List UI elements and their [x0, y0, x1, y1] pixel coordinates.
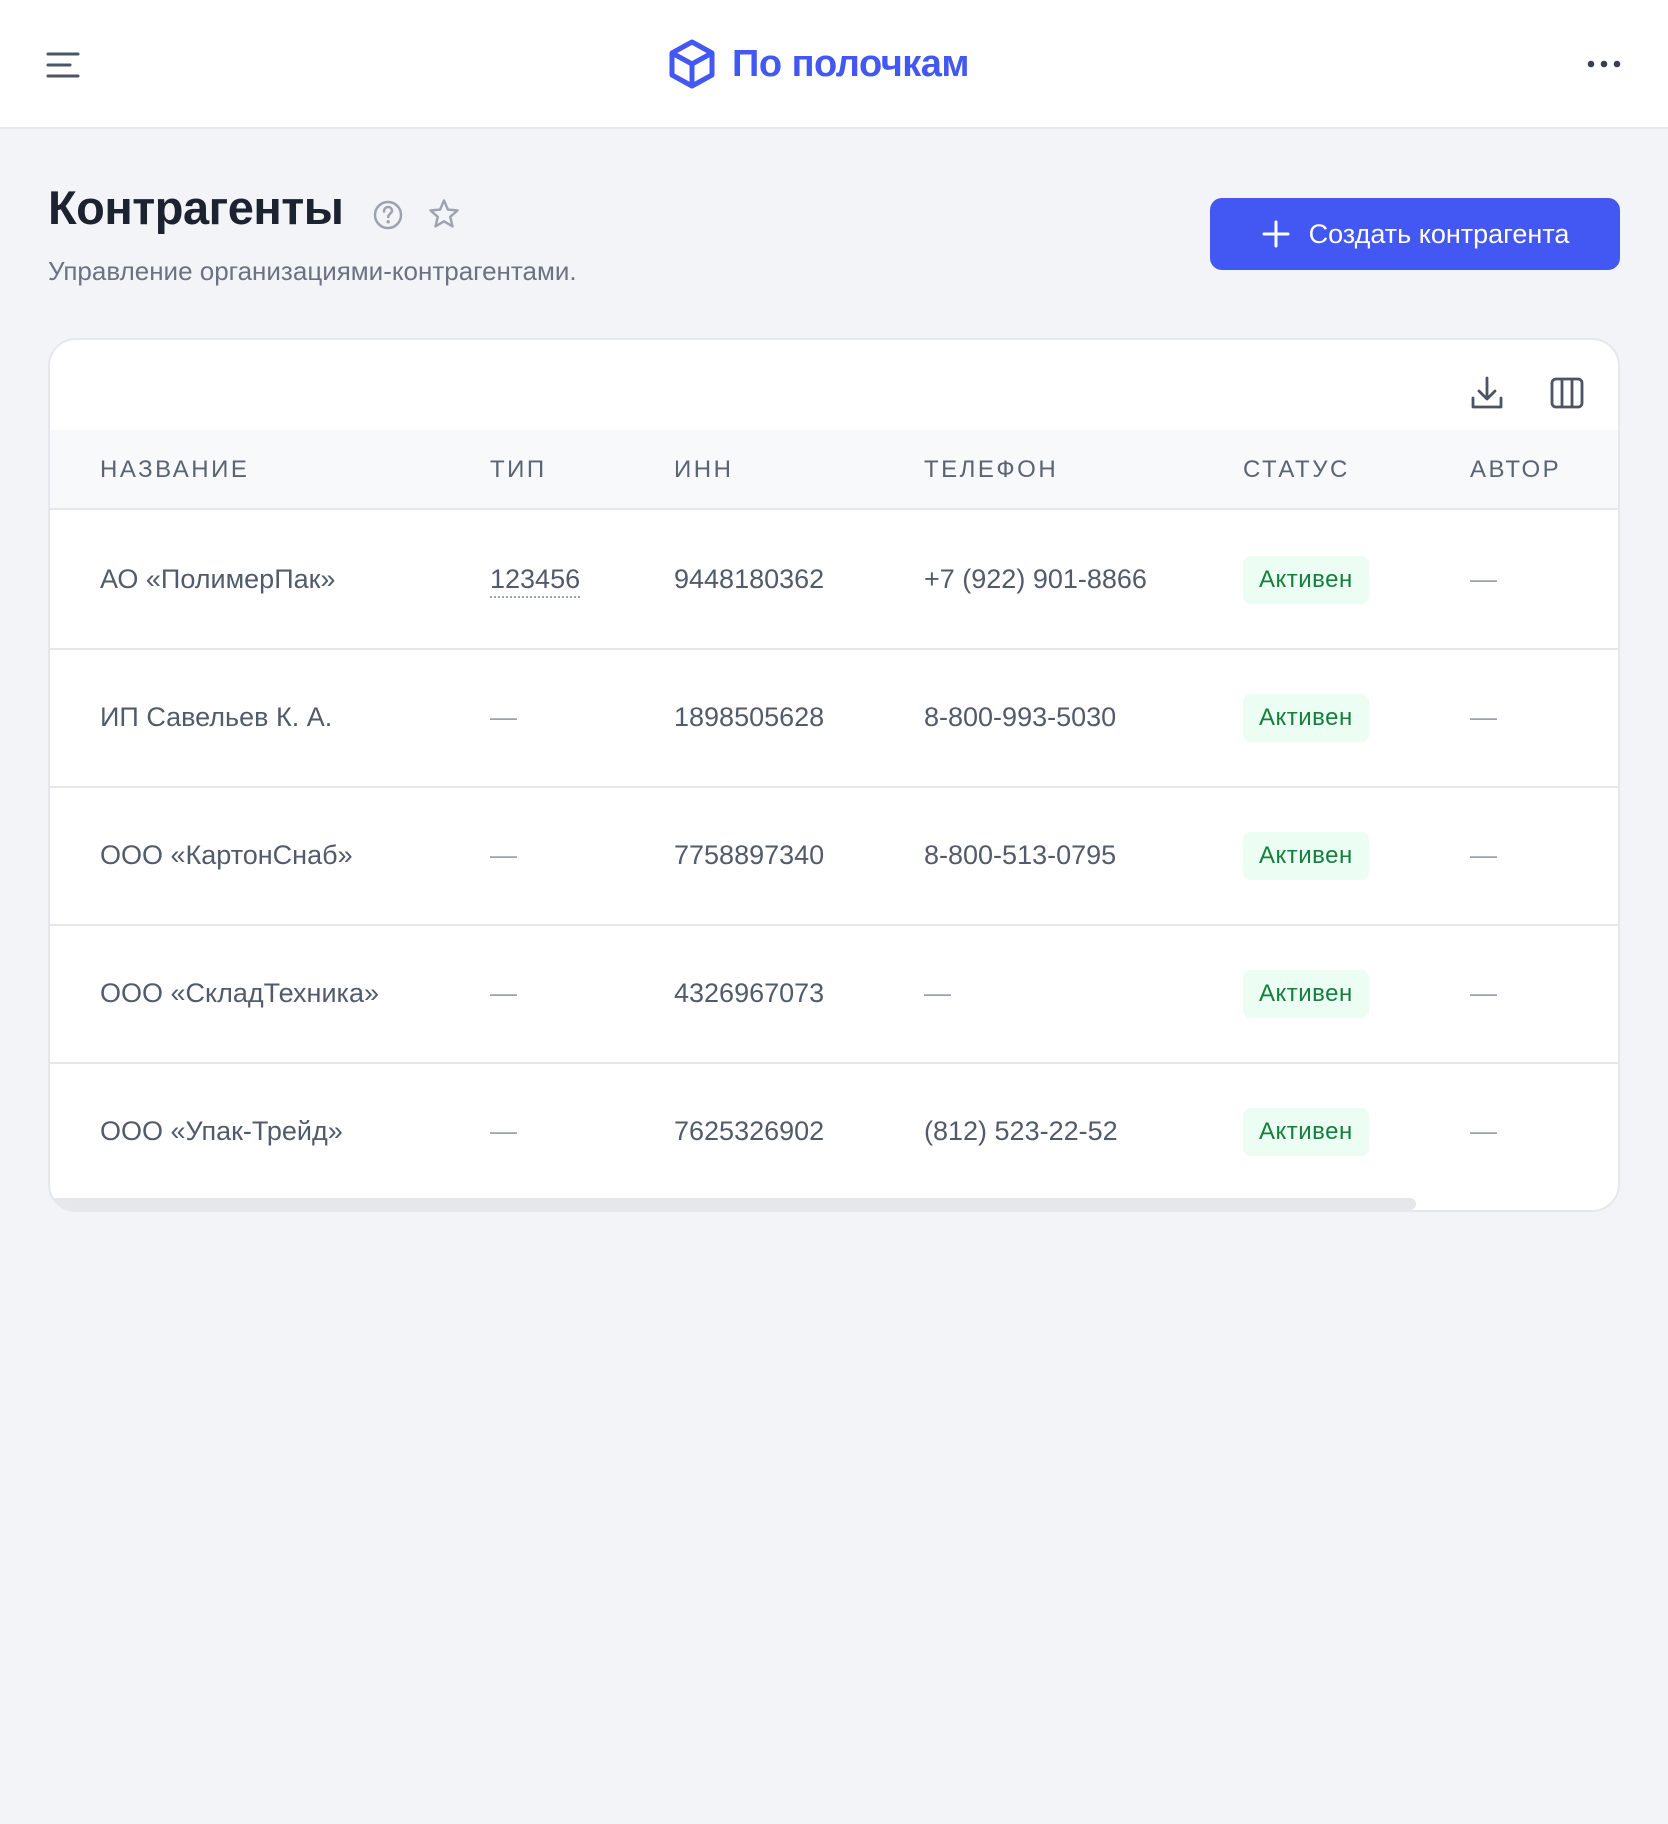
menu-button[interactable]	[42, 44, 84, 86]
cell-inn: 9448180362	[674, 564, 825, 594]
cell-phone: +7 (922) 901-8866	[924, 564, 1147, 594]
brand-name: По полочкам	[732, 42, 970, 85]
cell-name: ИП Савельев К. А.	[100, 702, 333, 732]
page-title: Контрагенты	[48, 181, 344, 234]
more-dots-icon	[1587, 60, 1621, 68]
cell-name: ООО «Упак-Трейд»	[100, 1116, 343, 1146]
cell-name: ООО «СкладТехника»	[100, 978, 379, 1008]
column-header-phone[interactable]: ТЕЛЕФОН	[924, 456, 1058, 484]
create-counterparty-label: Создать контрагента	[1308, 218, 1570, 249]
download-icon	[1471, 376, 1503, 409]
cell-inn: 7758897340	[674, 840, 825, 870]
status-badge: Активен	[1243, 832, 1369, 880]
cell-type: —	[490, 702, 517, 732]
page-subtitle: Управление организациями-контрагентами.	[48, 256, 577, 286]
cell-type[interactable]: 123456	[490, 564, 581, 598]
cell-author: —	[1470, 702, 1497, 732]
horizontal-scrollbar[interactable]	[50, 1198, 1416, 1210]
cell-author: —	[1470, 564, 1497, 594]
column-header-author[interactable]: АВТОР	[1470, 456, 1561, 484]
table-row[interactable]: ООО «СкладТехника» — 4326967073 — Активе…	[50, 926, 1618, 1064]
cell-author: —	[1470, 840, 1497, 870]
plus-icon	[1262, 220, 1290, 248]
cell-name: АО «ПолимерПак»	[100, 564, 336, 594]
cell-author: —	[1470, 1116, 1497, 1146]
column-header-type[interactable]: ТИП	[490, 456, 547, 484]
create-counterparty-button[interactable]: Создать контрагента	[1210, 198, 1620, 270]
cell-name: ООО «КартонСнаб»	[100, 840, 353, 870]
status-badge: Активен	[1243, 694, 1369, 742]
cell-inn: 7625326902	[674, 1116, 825, 1146]
counterparties-table-card: НАЗВАНИЕ ТИП ИНН ТЕЛЕФОН СТАТУС АВТОР АО…	[48, 338, 1620, 1212]
help-circle-icon	[373, 200, 403, 230]
menu-icon	[46, 52, 80, 78]
export-button[interactable]	[1468, 374, 1506, 412]
cell-phone: (812) 523-22-52	[924, 1116, 1118, 1146]
cell-author: —	[1470, 978, 1497, 1008]
cell-phone: 8-800-993-5030	[924, 702, 1117, 732]
cell-type: —	[490, 1116, 517, 1146]
cell-phone: —	[924, 978, 951, 1008]
status-badge: Активен	[1243, 970, 1369, 1018]
more-options-button[interactable]	[1584, 44, 1624, 84]
status-badge: Активен	[1243, 556, 1369, 604]
columns-settings-button[interactable]	[1548, 374, 1586, 412]
table-row[interactable]: АО «ПолимерПак» 123456 9448180362 +7 (92…	[50, 512, 1618, 650]
star-icon	[429, 199, 459, 228]
cell-inn: 1898505628	[674, 702, 825, 732]
column-header-inn[interactable]: ИНН	[674, 456, 733, 484]
table-row[interactable]: ООО «КартонСнаб» — 7758897340 8-800-513-…	[50, 788, 1618, 926]
cell-type: —	[490, 978, 517, 1008]
status-badge: Активен	[1243, 1108, 1369, 1156]
table-header: НАЗВАНИЕ ТИП ИНН ТЕЛЕФОН СТАТУС АВТОР	[50, 430, 1618, 510]
cell-inn: 4326967073	[674, 978, 825, 1008]
table-row[interactable]: ИП Савельев К. А. — 1898505628 8-800-993…	[50, 650, 1618, 788]
cell-phone: 8-800-513-0795	[924, 840, 1117, 870]
brand-logo[interactable]: По полочкам	[666, 38, 970, 90]
top-bar: По полочкам	[0, 0, 1668, 129]
help-button[interactable]	[372, 199, 404, 231]
box-logo-icon	[669, 39, 715, 89]
favorite-button[interactable]	[427, 197, 461, 231]
table-row[interactable]: ООО «Упак-Трейд» — 7625326902 (812) 523-…	[50, 1064, 1618, 1202]
column-header-status[interactable]: СТАТУС	[1243, 456, 1350, 484]
columns-icon	[1550, 377, 1584, 409]
cell-type: —	[490, 840, 517, 870]
column-header-name[interactable]: НАЗВАНИЕ	[100, 456, 249, 484]
